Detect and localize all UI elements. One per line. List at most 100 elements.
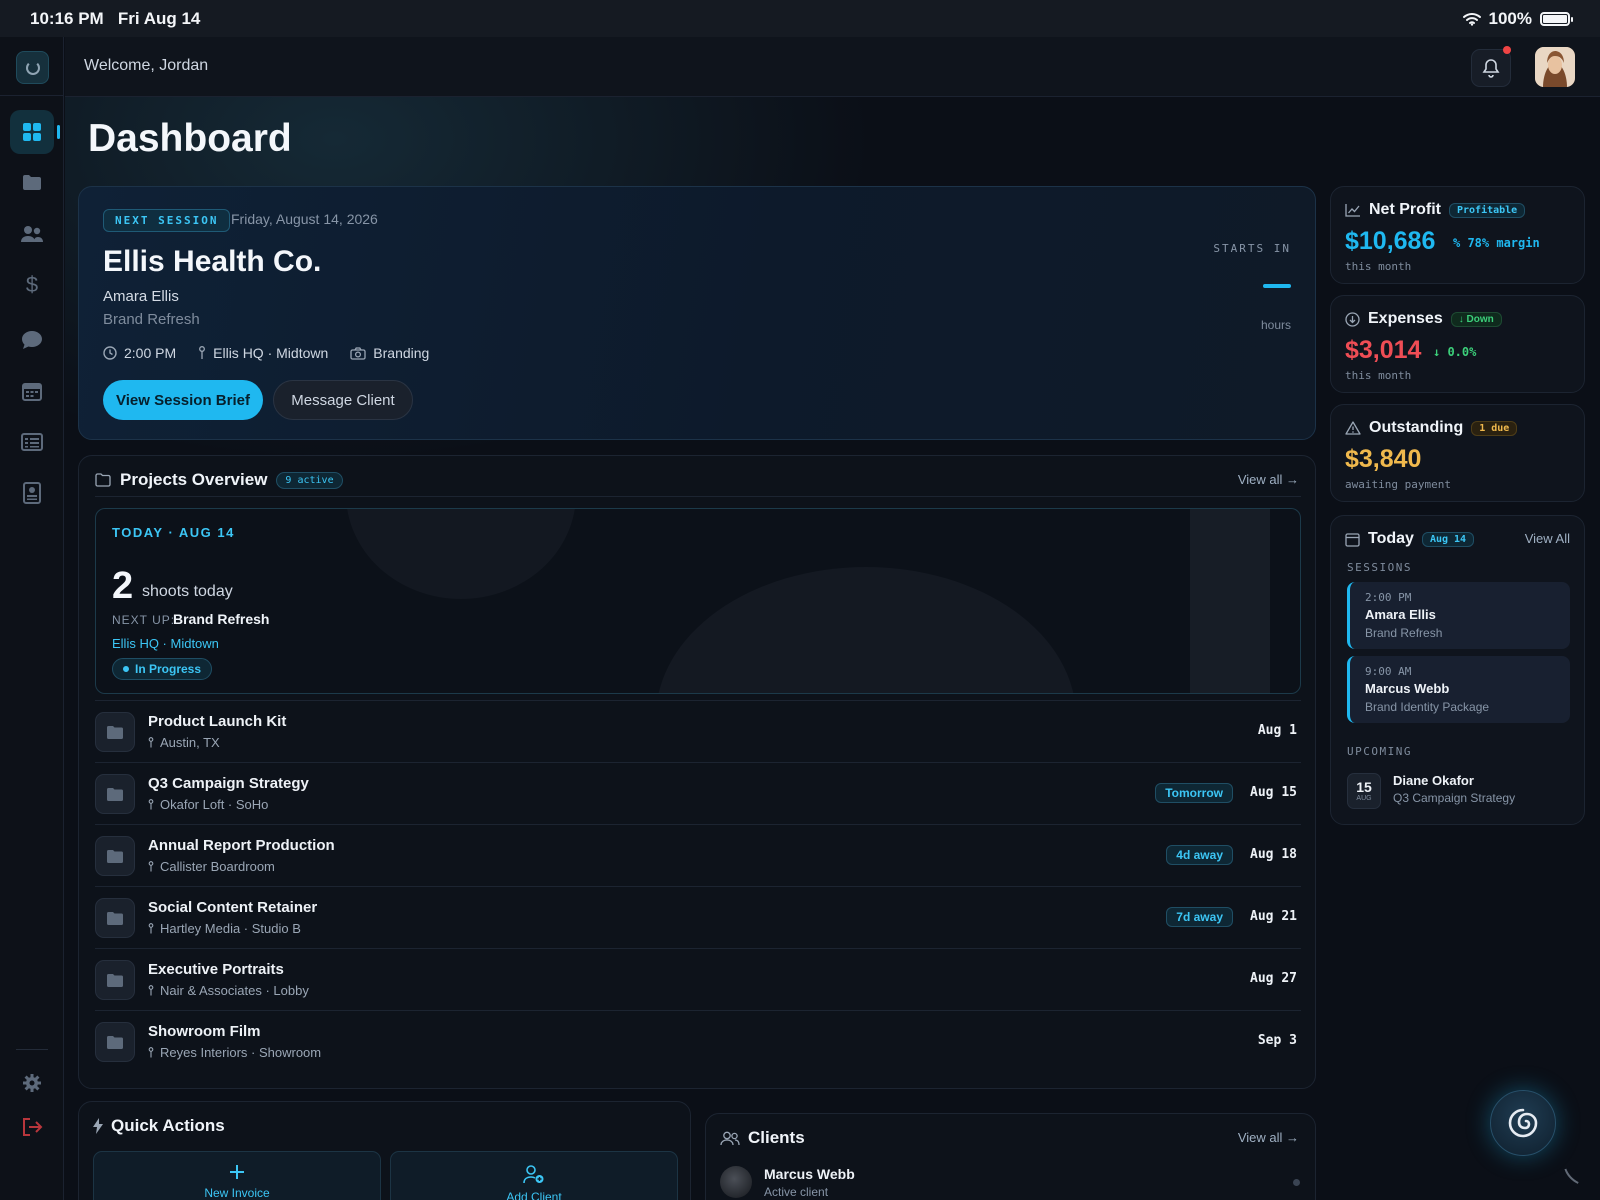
today-shoots-card[interactable]: TODAY · AUG 14 2 shoots today NEXT UP: B…	[95, 508, 1301, 694]
pin-icon	[148, 737, 154, 748]
quick-actions-title: Quick Actions	[111, 1116, 225, 1135]
session-item-time: 2:00 PM	[1365, 591, 1412, 604]
battery-percent: 100%	[1488, 8, 1532, 28]
upcoming-name[interactable]: Diane Okafor	[1393, 773, 1474, 788]
projects-view-all-link[interactable]: View all →	[1238, 472, 1299, 487]
sidebar-item-messages[interactable]	[10, 318, 54, 362]
dollar-icon: $	[25, 272, 39, 297]
view-session-brief-button[interactable]: View Session Brief	[103, 380, 263, 420]
net-profit-badge: Profitable	[1449, 202, 1526, 218]
scroll-edge-indicator	[1564, 1160, 1598, 1194]
sidebar-item-contacts[interactable]	[10, 471, 54, 515]
page-title: Dashboard	[88, 117, 292, 160]
net-profit-value: $10,686	[1345, 227, 1436, 255]
sidebar-bottom-divider	[16, 1049, 48, 1050]
sidebar-item-projects[interactable]	[10, 161, 54, 205]
project-row[interactable]: Showroom Film Reyes Interiors · Showroom S…	[95, 1010, 1301, 1073]
starts-in-label: STARTS IN	[1213, 242, 1291, 255]
message-client-button[interactable]: Message Client	[273, 380, 413, 420]
outstanding-header: Outstanding 1 due	[1345, 419, 1518, 437]
session-category-text: Branding	[373, 345, 430, 361]
projects-header: Projects Overview 9 active	[95, 470, 343, 490]
net-profit-card[interactable]: Net Profit Profitable $10,686 % 78% marg…	[1330, 186, 1585, 284]
upcoming-section-label: UPCOMING	[1347, 745, 1412, 758]
expenses-header: Expenses ↓ Down	[1345, 310, 1502, 328]
session-time-text: 2:00 PM	[124, 345, 177, 361]
status-text: In Progress	[135, 662, 202, 676]
app-logo[interactable]	[16, 51, 49, 84]
net-profit-header: Net Profit Profitable	[1345, 201, 1526, 219]
clients-view-all-link[interactable]: View all →	[1238, 1130, 1299, 1145]
sidebar-item-reports[interactable]	[10, 420, 54, 464]
expenses-badge: ↓ Down	[1450, 311, 1502, 327]
sidebar-item-calendar[interactable]	[10, 369, 54, 413]
outstanding-card[interactable]: Outstanding 1 due $3,840 awaiting paymen…	[1330, 404, 1585, 502]
decorative-bar	[1190, 509, 1270, 693]
today-panel-view-all-link[interactable]: View All	[1525, 531, 1570, 546]
next-up-project: Brand Refresh	[173, 611, 270, 627]
project-location-text: Callister Boardroom	[160, 859, 275, 874]
grid-icon	[23, 123, 41, 141]
pin-icon	[199, 346, 206, 359]
folder-icon	[95, 774, 135, 814]
projects-divider	[95, 496, 1301, 497]
project-row[interactable]: Social Content Retainer Hartley Media · S…	[95, 886, 1301, 949]
notifications-button[interactable]	[1471, 46, 1511, 87]
project-name: Social Content Retainer	[148, 899, 318, 916]
session-item[interactable]: 2:00 PM Amara Ellis Brand Refresh	[1347, 582, 1570, 649]
sidebar-item-dashboard[interactable]	[10, 110, 54, 154]
sidebar-item-finance[interactable]: $	[10, 263, 54, 307]
pin-icon	[148, 799, 154, 810]
sidebar-item-clients[interactable]	[10, 212, 54, 256]
project-location: Austin, TX	[148, 735, 220, 750]
add-client-button[interactable]: Add Client	[390, 1151, 678, 1200]
client-row[interactable]: Marcus Webb Active client	[720, 1164, 1300, 1200]
next-up-location: Ellis HQ · Midtown	[112, 636, 219, 651]
status-bar: 10:16 PM Fri Aug 14 100%	[0, 0, 1600, 37]
client-status-dot	[1293, 1179, 1300, 1186]
pin-icon	[148, 985, 154, 996]
session-item-project: Brand Refresh	[1365, 626, 1443, 640]
active-nav-indicator	[57, 125, 60, 139]
project-row[interactable]: Annual Report Production Callister Boardr…	[95, 824, 1301, 887]
session-location-text: Ellis HQ · Midtown	[213, 345, 329, 361]
assistant-fab-button[interactable]	[1490, 1090, 1556, 1156]
sidebar-item-settings[interactable]	[10, 1061, 54, 1105]
session-location: Ellis HQ · Midtown	[198, 345, 328, 361]
outstanding-title: Outstanding	[1369, 419, 1464, 436]
folder-icon	[23, 175, 41, 190]
expenses-card[interactable]: Expenses ↓ Down $3,014 ↓ 0.0% this month	[1330, 295, 1585, 393]
decorative-circle	[346, 509, 576, 599]
project-row[interactable]: Product Launch Kit Austin, TX Aug 1	[95, 700, 1301, 763]
add-user-icon	[523, 1165, 544, 1184]
today-date-label: TODAY · AUG 14	[112, 525, 235, 540]
project-row[interactable]: Executive Portraits Nair & Associates · L…	[95, 948, 1301, 1011]
project-date: Aug 27	[1250, 971, 1297, 986]
session-category: Branding	[350, 345, 429, 361]
user-avatar[interactable]	[1535, 47, 1575, 87]
status-time: 10:16 PM	[30, 8, 104, 28]
today-panel: Today Aug 14 View All SESSIONS 2:00 PM A…	[1330, 515, 1585, 825]
users-icon	[720, 1131, 740, 1145]
battery-icon	[1540, 11, 1573, 26]
project-row[interactable]: Q3 Campaign Strategy Okafor Loft · SoHo To…	[95, 762, 1301, 825]
upcoming-day: 15	[1356, 779, 1372, 795]
project-date: Aug 18	[1250, 847, 1297, 862]
top-bar: Welcome, Jordan	[65, 37, 1600, 97]
today-panel-header: Today Aug 14	[1345, 530, 1475, 548]
project-countdown-badge: Tomorrow	[1155, 783, 1233, 803]
new-invoice-label: New Invoice	[204, 1186, 270, 1200]
lightning-icon	[93, 1118, 103, 1134]
client-status: Active client	[764, 1185, 829, 1199]
clients-card: Clients View all → Marcus Webb Active cl…	[705, 1113, 1316, 1200]
project-date: Sep 3	[1257, 1033, 1297, 1048]
project-location-text: Reyes Interiors · Showroom	[160, 1045, 322, 1060]
today-panel-title: Today	[1368, 530, 1414, 547]
project-countdown-badge: 4d away	[1166, 845, 1233, 865]
wifi-icon	[1462, 12, 1481, 26]
net-profit-title: Net Profit	[1369, 201, 1441, 218]
new-invoice-button[interactable]: New Invoice	[93, 1151, 381, 1200]
project-location: Callister Boardroom	[148, 859, 275, 874]
sidebar-item-logout[interactable]	[10, 1105, 54, 1149]
session-item[interactable]: 9:00 AM Marcus Webb Brand Identity Packa…	[1347, 656, 1570, 723]
